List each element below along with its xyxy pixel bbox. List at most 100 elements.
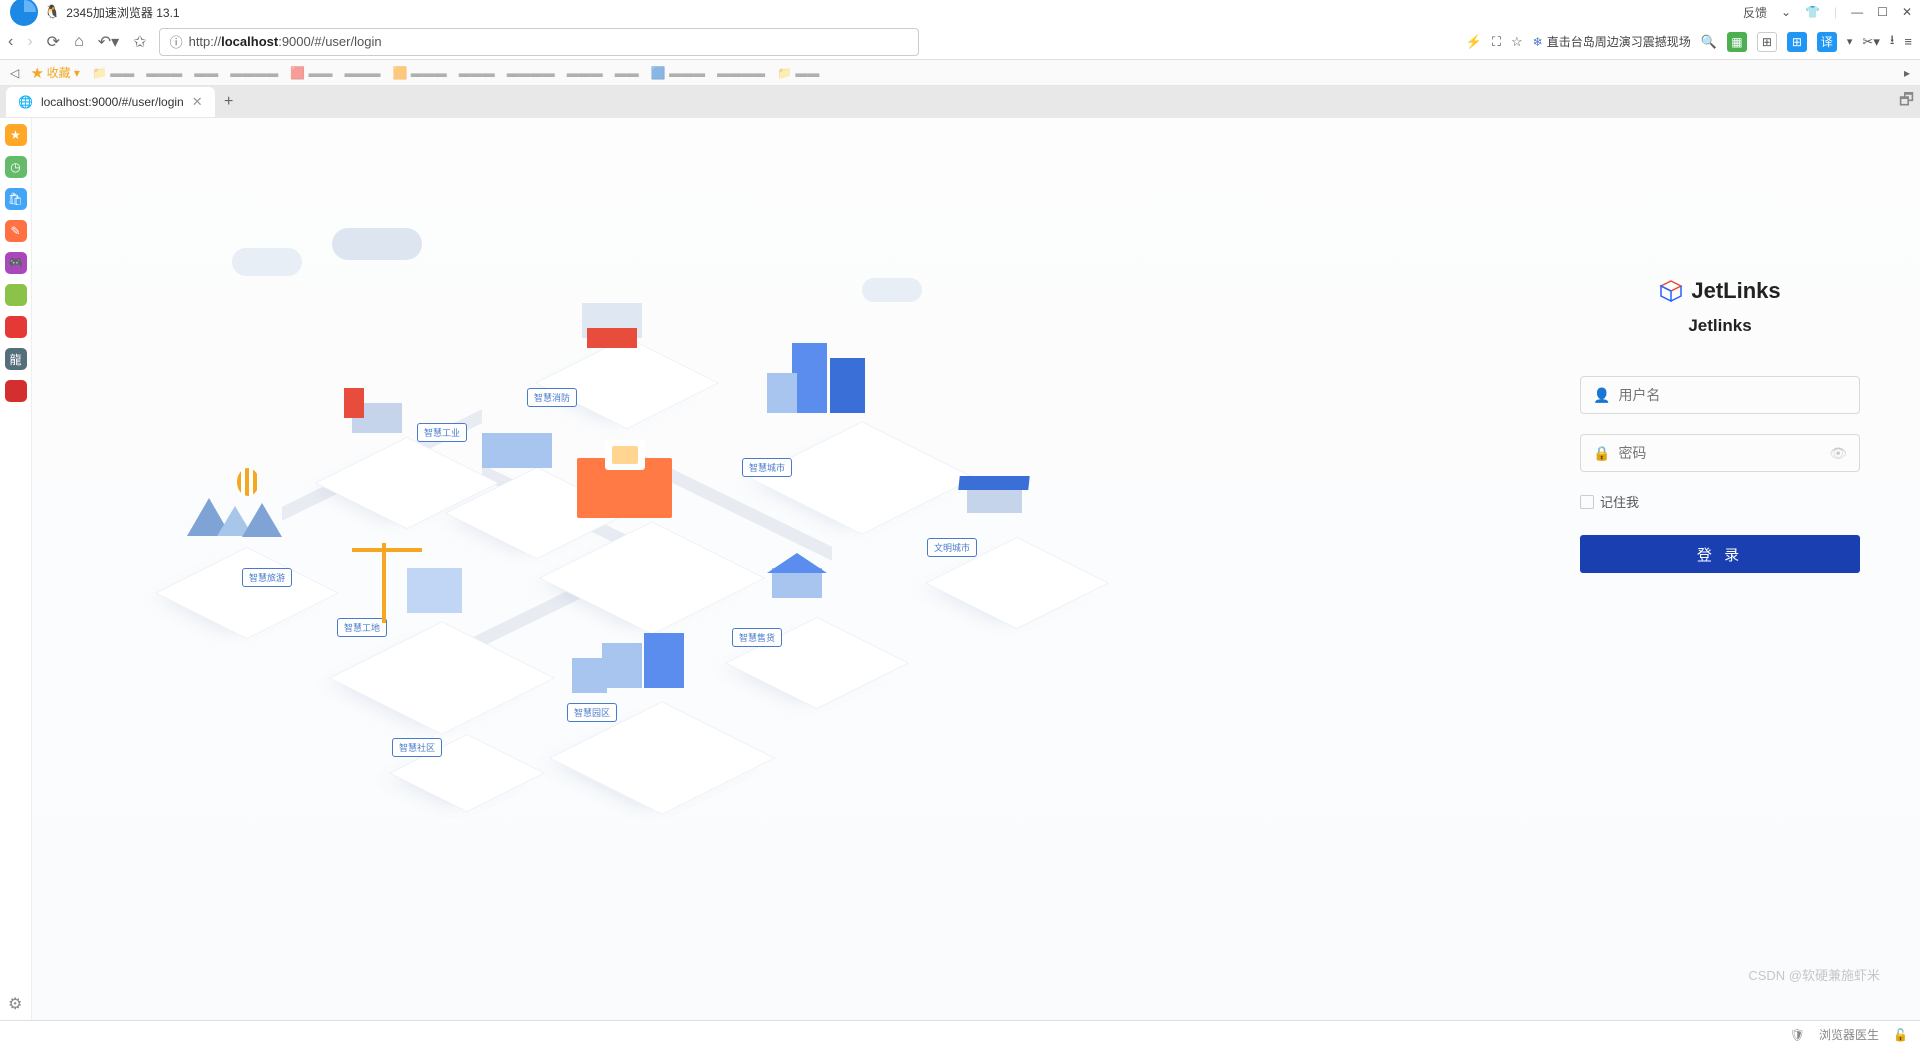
favorites-button[interactable]: ★ 收藏 ▾ — [31, 64, 80, 81]
forward-button[interactable]: › — [27, 33, 32, 51]
bookmark-item[interactable]: ▬▬▬ — [345, 66, 381, 80]
back-button[interactable]: ‹ — [8, 33, 13, 51]
bookmark-item[interactable]: 🟧 ▬▬▬ — [393, 66, 447, 80]
refresh-button[interactable]: ⟳ — [47, 32, 60, 52]
browser-sidebar: ★ ◷ 🛍 ✎ 🎮 龍 — [0, 118, 32, 1020]
status-bar: 🛡 浏览器医生 🔓 — [0, 1020, 1920, 1048]
bookmark-item[interactable]: ▬▬▬▬ — [230, 66, 278, 80]
sign-label: 智慧工地 — [337, 618, 387, 637]
password-field[interactable]: 🔒 👁 — [1580, 434, 1860, 472]
tab-overflow-icon[interactable]: 🗗 — [1899, 89, 1914, 116]
url-bar[interactable]: ⓘ http://localhost:9000/#/user/login — [159, 28, 919, 56]
download-icon[interactable]: ⭳ — [1890, 31, 1895, 53]
url-text: http://localhost:9000/#/user/login — [189, 34, 382, 49]
bookmark-item[interactable]: 🟥 ▬▬ — [290, 66, 332, 80]
browser-title-bar: 🐧 2345加速浏览器 13.1 反馈 ⌄ 👕 | — ☐ ✕ — [0, 0, 1920, 24]
info-icon: ⓘ — [170, 32, 183, 51]
news-link[interactable]: ❄ 直击台岛周边演习震撼现场 — [1533, 33, 1691, 50]
sidebar-game-icon[interactable]: 🎮 — [5, 252, 27, 274]
browser-title-text: 2345加速浏览器 13.1 — [66, 4, 179, 21]
sidebar-tool-icon[interactable]: ✎ — [5, 220, 27, 242]
sign-label: 智慧城市 — [742, 458, 792, 477]
menu-icon[interactable]: ≡ — [1904, 34, 1912, 49]
bookmark-item[interactable]: ▬▬▬▬ — [507, 66, 555, 80]
sign-label: 智慧社区 — [392, 738, 442, 757]
bookmark-item[interactable]: 📁 ▬▬ — [92, 66, 134, 80]
remember-row: 记住我 — [1580, 492, 1860, 511]
bookmark-item[interactable]: ▬▬▬ — [459, 66, 495, 80]
bookmark-item[interactable]: ▬▬ — [615, 66, 639, 80]
browser-tab[interactable]: 🌐 localhost:9000/#/user/login ✕ — [6, 87, 215, 117]
sign-label: 智慧旅游 — [242, 568, 292, 587]
skin-icon[interactable]: 👕 — [1805, 5, 1820, 19]
remember-label: 记住我 — [1600, 492, 1639, 511]
expand-icon[interactable]: ⛶ — [1492, 34, 1501, 50]
sign-label: 智慧售货 — [732, 628, 782, 647]
tabs-row: 🌐 localhost:9000/#/user/login ✕ + 🗗 — [0, 86, 1920, 118]
bookmark-item[interactable]: ▬▬▬ — [146, 66, 182, 80]
apps-icon[interactable]: ⊞ — [1787, 32, 1807, 52]
page-content: 智慧消防 智慧工业 智慧城市 — [32, 118, 1920, 1020]
browser-doctor-link[interactable]: 浏览器医生 — [1819, 1026, 1879, 1043]
qq-icon: 🐧 — [44, 4, 60, 20]
home-button[interactable]: ⌂ — [74, 33, 84, 51]
sign-label: 文明城市 — [927, 538, 977, 557]
brand-name: JetLinks — [1691, 278, 1780, 304]
qr-icon[interactable]: ⊞ — [1757, 32, 1777, 52]
cube-icon — [1659, 279, 1683, 303]
bookmark-overflow-icon[interactable]: ▸ — [1904, 66, 1910, 80]
password-input[interactable] — [1618, 445, 1821, 461]
search-icon[interactable]: 🔍 — [1701, 34, 1717, 50]
login-button[interactable]: 登 录 — [1580, 535, 1860, 573]
username-input[interactable] — [1618, 387, 1847, 403]
sidebar-bag-icon[interactable]: 🛍 — [5, 188, 27, 210]
settings-gear-icon[interactable]: ⚙ — [8, 994, 22, 1014]
bookmark-star-icon[interactable]: ☆ — [1511, 34, 1523, 50]
paw-icon: ❄ — [1533, 35, 1543, 49]
sidebar-app-icon[interactable] — [5, 316, 27, 338]
sidebar-app-icon[interactable]: 龍 — [5, 348, 27, 370]
remember-checkbox[interactable] — [1580, 495, 1594, 509]
lock-status-icon[interactable]: 🔓 — [1893, 1028, 1908, 1042]
login-panel: JetLinks Jetlinks 👤 🔒 👁 记住我 登 录 — [1540, 238, 1900, 1020]
user-icon: 👤 — [1593, 387, 1610, 404]
new-tab-button[interactable]: + — [215, 93, 243, 111]
login-illustration: 智慧消防 智慧工业 智慧城市 — [32, 118, 1540, 1020]
bookmark-item[interactable]: ▬▬▬▬ — [717, 66, 765, 80]
chevron-down-icon[interactable]: ⌄ — [1781, 5, 1791, 19]
flash-icon[interactable]: ⚡ — [1466, 34, 1482, 50]
feedback-link[interactable]: 反馈 — [1743, 4, 1767, 21]
sidebar-app-icon[interactable] — [5, 380, 27, 402]
bookmark-item[interactable]: ▬▬ — [194, 66, 218, 80]
browser-toolbar: ‹ › ⟳ ⌂ ↶▾ ✩ ⓘ http://localhost:9000/#/u… — [0, 24, 1920, 60]
ext-icon-1[interactable]: ▦ — [1727, 32, 1747, 52]
sidebar-toggle-icon[interactable]: ◁ — [10, 66, 19, 80]
sidebar-app-icon[interactable] — [5, 284, 27, 306]
chevron-down-icon-2[interactable]: ▾ — [1847, 35, 1853, 48]
lock-icon: 🔒 — [1593, 445, 1610, 462]
watermark-text: CSDN @软硬兼施虾米 — [1748, 965, 1880, 984]
star-outline-icon[interactable]: ✩ — [133, 32, 146, 52]
tab-title: localhost:9000/#/user/login — [41, 95, 184, 109]
username-field[interactable]: 👤 — [1580, 376, 1860, 414]
globe-icon: 🌐 — [18, 95, 33, 109]
close-tab-icon[interactable]: ✕ — [192, 94, 203, 110]
sidebar-star-icon[interactable]: ★ — [5, 124, 27, 146]
sign-label: 智慧园区 — [567, 703, 617, 722]
bookmark-item[interactable]: 📁 ▬▬ — [777, 66, 819, 80]
scissors-icon[interactable]: ✂▾ — [1862, 34, 1879, 50]
shield-icon[interactable]: 🛡 — [1790, 1028, 1805, 1042]
bookmarks-bar: ◁ ★ 收藏 ▾ 📁 ▬▬ ▬▬▬ ▬▬ ▬▬▬▬ 🟥 ▬▬ ▬▬▬ 🟧 ▬▬▬… — [0, 60, 1920, 86]
close-window-button[interactable]: ✕ — [1902, 5, 1912, 19]
bookmark-item[interactable]: 🟦 ▬▬▬ — [651, 66, 705, 80]
bookmark-item[interactable]: ▬▬▬ — [567, 66, 603, 80]
maximize-button[interactable]: ☐ — [1877, 5, 1888, 19]
sign-label: 智慧工业 — [417, 423, 467, 442]
minimize-button[interactable]: — — [1851, 5, 1863, 19]
undo-icon[interactable]: ↶▾ — [98, 32, 119, 52]
sign-label: 智慧消防 — [527, 388, 577, 407]
sidebar-clock-icon[interactable]: ◷ — [5, 156, 27, 178]
eye-icon[interactable]: 👁 — [1829, 445, 1847, 462]
browser-logo-icon — [8, 0, 40, 28]
translate-icon[interactable]: 译 — [1817, 32, 1837, 52]
